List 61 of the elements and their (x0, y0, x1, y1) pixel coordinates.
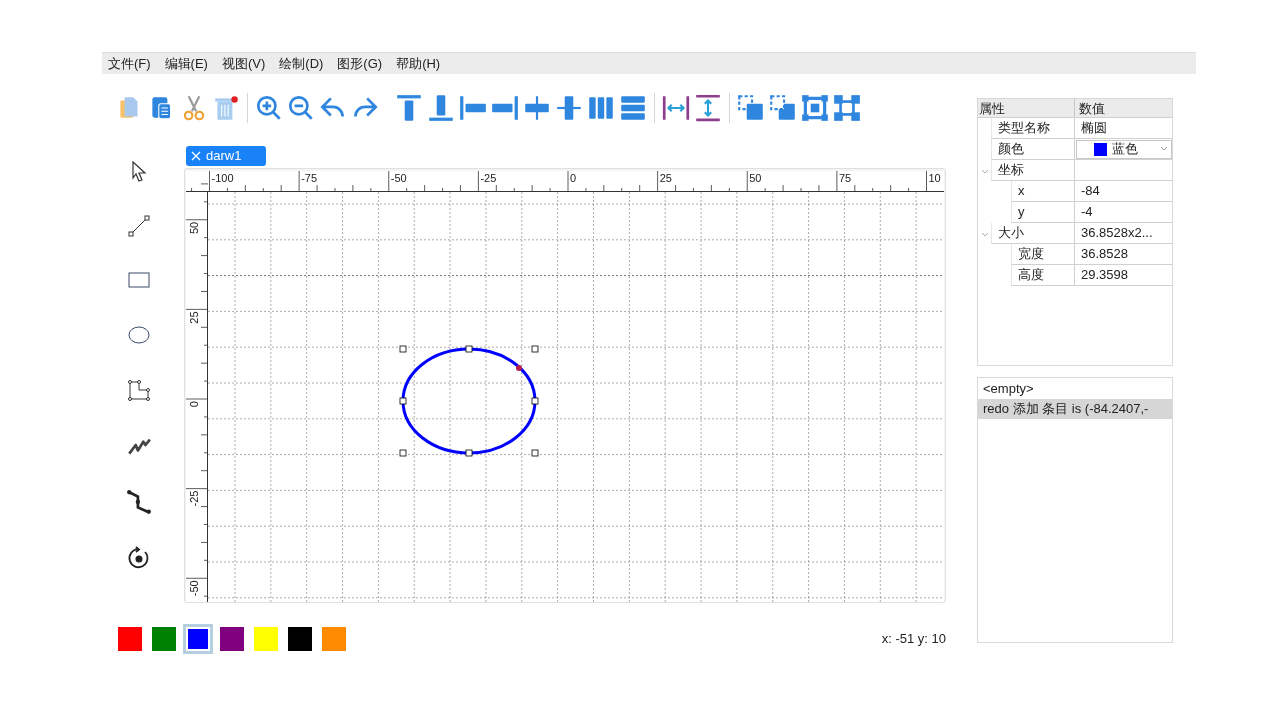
property-name: 类型名称 (998, 119, 1050, 138)
bring-forward-icon[interactable] (736, 93, 766, 123)
ruler-label: -50 (390, 172, 407, 184)
property-value: -84 (1080, 182, 1100, 201)
column-header: 数值 (1078, 100, 1106, 117)
property-value: -4 (1080, 203, 1093, 222)
menu-item[interactable]: 编辑(E) (164, 53, 208, 74)
ruler-label: 10 (928, 172, 941, 184)
ruler-label: 75 (838, 172, 852, 184)
ungroup-icon[interactable] (832, 93, 862, 123)
menu-item[interactable]: 绘制(D) (279, 53, 324, 74)
menu-item[interactable]: 视图(V) (221, 53, 266, 74)
property-value: 36.8528 (1080, 245, 1128, 264)
send-backward-icon[interactable] (768, 93, 798, 123)
close-icon[interactable] (191, 151, 201, 161)
same-width-icon[interactable] (661, 93, 691, 123)
tab-title: darw1 (206, 147, 242, 166)
distribute-rows-icon[interactable] (618, 93, 648, 123)
property-name: 宽度 (1018, 245, 1044, 264)
property-value: 29.3598 (1080, 266, 1128, 285)
ruler-label: 50 (188, 221, 200, 234)
menu-item[interactable]: 文件(F) (108, 53, 151, 74)
align-top-icon[interactable] (394, 93, 424, 123)
align-center-icon[interactable] (522, 93, 552, 123)
menu-item[interactable]: 图形(G) (337, 53, 383, 74)
ruler-label: 25 (188, 311, 200, 324)
property-name: 大小 (998, 224, 1024, 243)
ruler-label: -50 (188, 580, 200, 597)
property-value: 36.8528x2... (1080, 224, 1153, 243)
align-left-icon[interactable] (458, 93, 488, 123)
ruler-label: 25 (659, 172, 672, 184)
history-item[interactable]: redo 添加 条目 is (-84.2407,- (978, 399, 1172, 419)
property-name: 高度 (1018, 266, 1044, 285)
ruler-label: -25 (188, 490, 200, 507)
ruler-label: 0 (188, 401, 200, 408)
property-name: y (1018, 203, 1025, 222)
history-item[interactable]: <empty> (978, 379, 1172, 399)
ruler-label: 0 (570, 172, 577, 184)
ruler-label: -25 (480, 172, 497, 184)
polyline-tool-icon[interactable] (127, 377, 151, 402)
property-name: x (1018, 182, 1025, 201)
rotate-tool-icon[interactable] (127, 545, 151, 570)
column-header: 属性 (978, 99, 1075, 117)
align-right-icon[interactable] (490, 93, 520, 123)
menu-item[interactable]: 帮助(H) (396, 53, 441, 74)
same-height-icon[interactable] (693, 93, 723, 123)
group-icon[interactable] (800, 93, 830, 123)
dropdown-caret-icon (1160, 146, 1168, 152)
bezier-tool-icon[interactable] (126, 489, 152, 516)
ruler-label: 50 (749, 172, 762, 184)
ruler-label: -100 (211, 172, 234, 184)
ruler-label: -75 (301, 172, 318, 184)
line-tool-icon[interactable] (127, 213, 151, 238)
align-middle-icon[interactable] (554, 93, 584, 123)
document-tab[interactable]: darw1 (186, 146, 266, 166)
property-value: 椭圆 (1080, 119, 1107, 138)
cursor-coordinates: x: -51 y: 10 (881, 630, 946, 649)
align-bottom-icon[interactable] (426, 93, 456, 123)
property-name: 颜色 (998, 140, 1024, 159)
property-name: 坐标 (998, 161, 1024, 180)
color-dropdown[interactable]: 蓝色 (1076, 139, 1172, 159)
